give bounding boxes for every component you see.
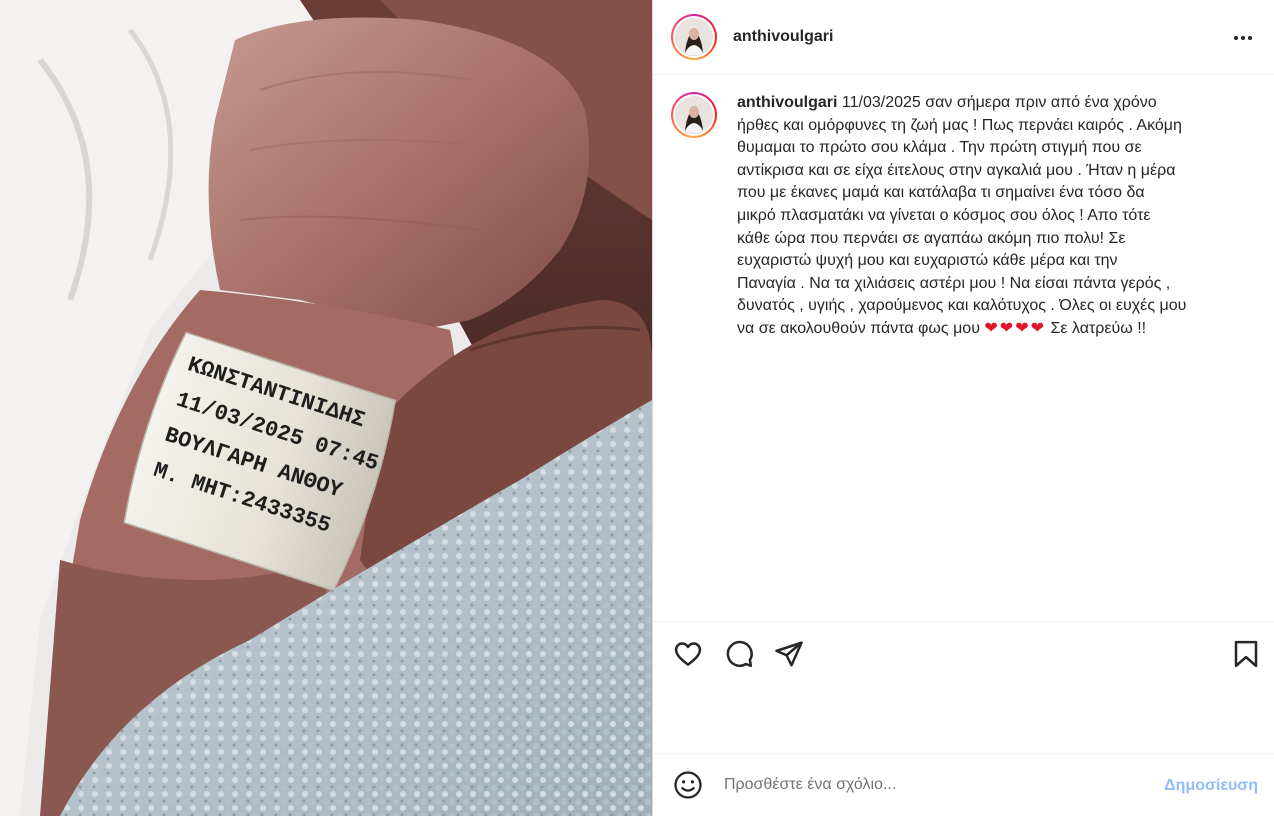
avatar-image — [675, 18, 713, 56]
more-options-icon — [1234, 36, 1252, 40]
caption-line: ευχαριστώ ψυχή μου και ευχαριστώ κάθε μέ… — [737, 252, 1118, 270]
caption-text: anthivoulgari 11/03/2025 σαν σήμερα πριν… — [737, 92, 1243, 621]
post-photo[interactable]: ΚΩΝΣΤΑΝΤΙΝΙΔΗΣ 11/03/2025 07:45 ΒΟΥΛΓΑΡΗ… — [0, 0, 652, 816]
bookmark-icon[interactable] — [1231, 639, 1261, 669]
comment-input[interactable] — [724, 776, 1144, 794]
action-bar — [653, 621, 1274, 753]
caption-section: anthivoulgari 11/03/2025 σαν σήμερα πριν… — [653, 76, 1274, 621]
comment-icon[interactable] — [724, 639, 754, 669]
baby-wrist-photo: ΚΩΝΣΤΑΝΤΙΝΙΔΗΣ 11/03/2025 07:45 ΒΟΥΛΓΑΡΗ… — [0, 0, 652, 816]
caption-avatar-image — [675, 96, 713, 134]
post-panel: anthivoulgari anthivoulgari 11/03/2025 σ… — [652, 0, 1274, 816]
avatar[interactable] — [675, 18, 713, 56]
caption-line: θυμαμαι το πρώτο σου κλάμα . Την πρώτη σ… — [737, 139, 1142, 157]
share-icon[interactable] — [774, 639, 804, 669]
caption-line: να σε ακολουθούν πάντα φως μου ❤❤❤❤ Σε λ… — [737, 319, 1147, 337]
caption-avatar[interactable] — [675, 96, 713, 134]
post-header: anthivoulgari — [653, 0, 1274, 75]
story-ring[interactable] — [671, 14, 717, 60]
caption-line: anthivoulgari 11/03/2025 σαν σήμερα πριν… — [737, 94, 1157, 111]
heart-icon[interactable] — [673, 639, 703, 669]
hearts-emoji: ❤❤❤❤ — [984, 319, 1047, 337]
emoji-icon[interactable] — [673, 770, 703, 800]
caption-username[interactable]: anthivoulgari — [737, 94, 837, 111]
more-options-button[interactable] — [1231, 26, 1255, 50]
caption-line: Παναγία . Να τα χιλιάσεις αστέρι μου ! Ν… — [737, 274, 1171, 292]
post-username[interactable]: anthivoulgari — [733, 28, 833, 46]
caption-line: που με έκανες μαμά και κατάλαβα τι σημαί… — [737, 184, 1145, 202]
comment-bar: Δημοσίευση — [653, 753, 1274, 816]
post-comment-button[interactable]: Δημοσίευση — [1164, 777, 1258, 795]
caption-line: δυνατός , υγιής , χαρούμενος και καλότυχ… — [737, 297, 1187, 315]
caption-story-ring[interactable] — [671, 92, 717, 138]
caption-line: αντίκρισα και σε είχα έιτελους στην αγκα… — [737, 161, 1176, 179]
caption-line: μικρό πλασματάκι να γίνεται ο κόσμος σου… — [737, 206, 1151, 224]
caption-line: κάθε ώρα που περνάει σε αγαπάω ακόμη πιο… — [737, 229, 1126, 247]
caption-line: ήρθες και ομόρφυνες τη ζωή μας ! Πως περ… — [737, 116, 1182, 134]
